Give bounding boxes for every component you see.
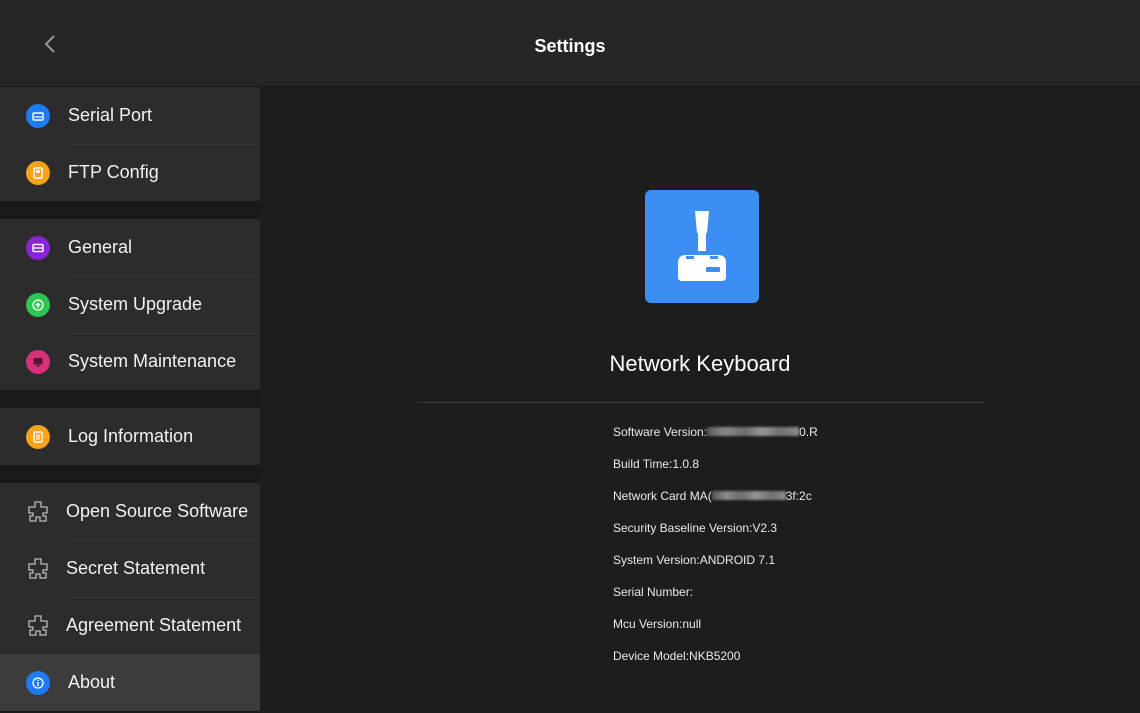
system-upgrade-icon <box>26 292 50 317</box>
sidebar-item-label: Secret Statement <box>66 558 206 578</box>
puzzle-icon <box>24 612 52 640</box>
sidebar-item-agreement-statement[interactable]: Agreement Statement <box>0 597 260 654</box>
sidebar-group: Serial Port FTP Config <box>0 87 260 201</box>
serial-number-row: Serial Number: <box>613 583 818 615</box>
sidebar-item-system-maintenance[interactable]: System Maintenance <box>0 333 260 390</box>
sidebar-group: Open Source Software Secret Statement Ag… <box>0 483 260 711</box>
sidebar-spacer <box>0 465 260 483</box>
redacted-value <box>711 491 786 500</box>
sidebar-item-label: Open Source Software <box>66 501 249 521</box>
app-logo <box>645 190 759 303</box>
serial-number-text: Serial Number: <box>613 585 694 599</box>
sidebar-item-about[interactable]: About <box>0 654 260 711</box>
sidebar-spacer <box>0 390 260 408</box>
sidebar-item-label: System Maintenance <box>68 351 237 371</box>
sidebar-item-label: System Upgrade <box>68 294 203 314</box>
general-icon <box>26 235 50 260</box>
build-time-row: Build Time:1.0.8 <box>613 455 818 487</box>
network-card-mac-value: 3f:2c <box>785 489 812 503</box>
system-version-row: System Version:ANDROID 7.1 <box>613 551 818 583</box>
sidebar-item-label: FTP Config <box>68 162 159 182</box>
sidebar-item-label: Log Information <box>68 426 194 446</box>
app-name: Network Keyboard <box>609 351 791 376</box>
build-time-text: Build Time:1.0.8 <box>613 457 700 471</box>
sidebar-item-log-information[interactable]: Log Information <box>0 408 260 465</box>
sidebar-item-system-upgrade[interactable]: System Upgrade <box>0 276 260 333</box>
sidebar-item-label: Agreement Statement <box>66 615 242 635</box>
log-information-icon <box>26 424 50 449</box>
sidebar-item-label: General <box>68 237 133 257</box>
network-card-mac-label: Network Card MA( <box>613 489 712 503</box>
info-icon <box>26 670 50 695</box>
puzzle-icon <box>24 498 52 526</box>
divider <box>418 402 986 403</box>
security-baseline-row: Security Baseline Version:V2.3 <box>613 519 818 551</box>
sidebar-item-open-source-software[interactable]: Open Source Software <box>0 483 260 540</box>
top-bar: Settings <box>0 0 1140 87</box>
sidebar-group: Log Information <box>0 408 260 465</box>
puzzle-icon <box>24 555 52 583</box>
sidebar-group: General System Upgrade System Maintenanc… <box>0 219 260 390</box>
mcu-version-row: Mcu Version:null <box>613 615 818 647</box>
redacted-value <box>707 427 800 436</box>
sidebar-item-serial-port[interactable]: Serial Port <box>0 87 260 144</box>
sidebar-item-secret-statement[interactable]: Secret Statement <box>0 540 260 597</box>
device-model-text: Device Model:NKB5200 <box>613 649 741 663</box>
sidebar-item-ftp-config[interactable]: FTP Config <box>0 144 260 201</box>
sidebar-item-label: Serial Port <box>68 105 153 125</box>
software-version-row: Software Version: 0.R <box>613 423 818 455</box>
system-maintenance-icon <box>26 349 50 374</box>
security-baseline-text: Security Baseline Version:V2.3 <box>613 521 778 535</box>
system-version-text: System Version:ANDROID 7.1 <box>613 553 776 567</box>
settings-sidebar: Serial Port FTP Config General System Up… <box>0 87 260 713</box>
sidebar-spacer <box>0 201 260 219</box>
mcu-version-text: Mcu Version:null <box>613 617 702 631</box>
network-card-mac-row: Network Card MA( 3f:2c <box>613 487 818 519</box>
software-version-label: Software Version: <box>613 425 708 439</box>
ftp-config-icon <box>26 160 50 185</box>
software-version-value: 0.R <box>799 425 818 439</box>
serial-port-icon <box>26 103 50 128</box>
about-panel: Network Keyboard Software Version: 0.R B… <box>260 87 1140 713</box>
sidebar-item-general[interactable]: General <box>0 219 260 276</box>
device-model-row: Device Model:NKB5200 <box>613 647 818 679</box>
device-info-list: Software Version: 0.R Build Time:1.0.8 N… <box>613 423 818 679</box>
joystick-icon <box>678 210 726 281</box>
sidebar-item-label: About <box>68 672 116 692</box>
page-title: Settings <box>534 36 606 56</box>
